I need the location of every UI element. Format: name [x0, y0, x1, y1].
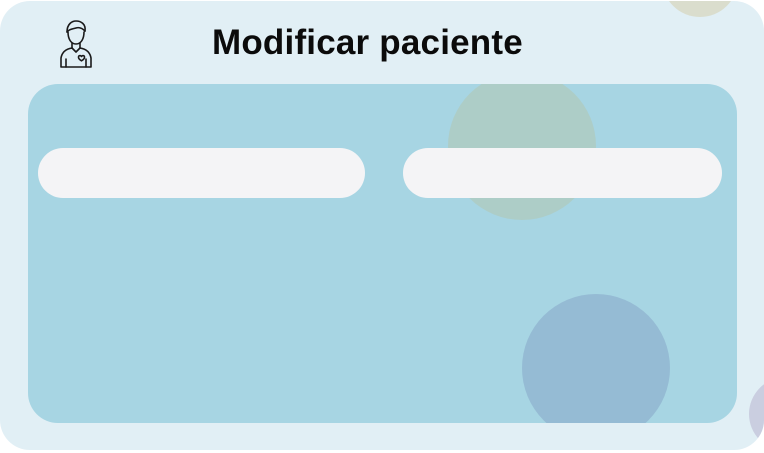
decorative-circle: [522, 294, 670, 423]
form-panel: [28, 84, 737, 423]
decorative-circle: [749, 377, 764, 450]
page-title: Modificar paciente: [212, 23, 523, 62]
decorative-circle: [662, 1, 738, 17]
patient-heart-icon: [56, 19, 96, 69]
patient-field-right[interactable]: [403, 148, 722, 198]
patient-field-left[interactable]: [38, 148, 365, 198]
modify-patient-card: Modificar paciente: [0, 1, 764, 450]
